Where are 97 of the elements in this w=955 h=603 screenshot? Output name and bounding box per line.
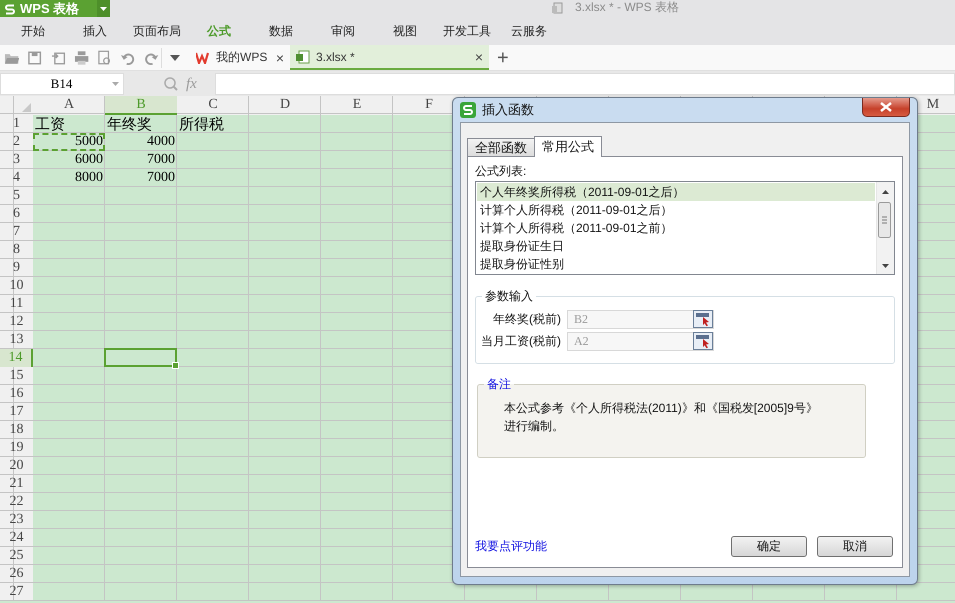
export-icon[interactable] [50, 50, 66, 66]
menu-tab[interactable]: 页面布局 [126, 23, 188, 40]
dialog-tab[interactable]: 全部函数 [467, 138, 535, 156]
table-cell: 5000 [33, 133, 105, 151]
column-header[interactable]: E [321, 96, 393, 115]
menu-tab[interactable]: 云服务 [498, 23, 560, 40]
preview-icon[interactable] [97, 50, 112, 66]
scroll-down-icon[interactable] [882, 264, 889, 268]
menu-tab[interactable]: 插入 [64, 23, 126, 40]
menu-tab[interactable]: 审阅 [312, 23, 374, 40]
row-header[interactable]: 16 [0, 385, 33, 403]
row-header[interactable]: 10 [0, 277, 33, 295]
row-header[interactable]: 15 [0, 367, 33, 385]
print-icon[interactable] [74, 50, 90, 66]
table-cell-text: 8000 [74, 169, 104, 187]
row-header[interactable]: 21 [0, 475, 33, 493]
document-tab[interactable]: 3.xlsx * × [290, 45, 489, 70]
row-header[interactable]: 23 [0, 511, 33, 529]
save-icon[interactable] [27, 50, 43, 66]
dialog-button[interactable]: 取消 [817, 536, 893, 557]
menu-tab[interactable]: 开发工具 [436, 23, 498, 40]
close-button[interactable] [862, 98, 910, 117]
group-label: 参数输入 [484, 288, 534, 305]
scroll-up-icon[interactable] [882, 190, 889, 194]
formula-list[interactable]: 个人年终奖所得税（2011-09-01之后） 计算个人所得税（2011-09-01之后） 计算个人所得税（2011-09-01之前） 提取身份证生日 提取身份证性别 [475, 181, 895, 275]
spreadsheet-icon [296, 50, 310, 64]
row-header[interactable]: 6 [0, 205, 33, 223]
row-header[interactable]: 4 [0, 169, 33, 187]
dialog-tab[interactable]: 常用公式 [534, 136, 602, 157]
dialog-title: 插入函数 [482, 101, 534, 119]
zoom-icon[interactable] [164, 77, 178, 91]
column-header[interactable]: C [177, 96, 249, 115]
close-icon [880, 102, 892, 112]
row-header[interactable]: 26 [0, 565, 33, 583]
scrollbar[interactable] [876, 182, 894, 274]
row-header[interactable]: 8 [0, 241, 33, 259]
range-picker-icon[interactable] [693, 310, 713, 328]
scroll-thumb[interactable] [878, 202, 891, 238]
row-header[interactable]: 1 [0, 115, 33, 133]
list-label: 公式列表: [475, 163, 528, 180]
caret-icon [100, 6, 107, 10]
row-header[interactable]: 9 [0, 259, 33, 277]
app-logo-icon [4, 2, 16, 14]
tab-label: 3.xlsx * [316, 50, 356, 64]
row-header[interactable]: 13 [0, 331, 33, 349]
feedback-link[interactable]: 我要点评功能 [475, 538, 547, 555]
table-cell-text: 所得税 [178, 116, 225, 133]
range-picker-icon[interactable] [693, 332, 713, 350]
note-text: 本公式参考《个人所得税法(2011)》和《国税发[2005]9号》进行编制。 [503, 400, 819, 435]
tab-label: 我的WPS [216, 49, 268, 66]
name-box[interactable]: B14 [0, 73, 124, 95]
new-tab-button[interactable]: + [497, 48, 509, 68]
list-item[interactable]: 计算个人所得税（2011-09-01之后） [477, 201, 875, 219]
row-header[interactable]: 25 [0, 547, 33, 565]
table-cell-text: 7000 [146, 169, 176, 187]
menu-tab[interactable]: 开始 [2, 23, 64, 40]
dialog-button[interactable]: 确定 [731, 536, 807, 557]
table-cell-text: 年终奖 [106, 116, 153, 133]
app-logo-icon [460, 102, 476, 118]
select-all-icon[interactable] [22, 103, 31, 112]
field-label: 当月工资(税前) [480, 332, 562, 350]
row-header[interactable]: 20 [0, 457, 33, 475]
row-header[interactable]: 12 [0, 313, 33, 331]
table-cell-text: 4000 [146, 133, 176, 151]
list-item[interactable]: 个人年终奖所得税（2011-09-01之后） [477, 183, 875, 201]
list-item[interactable]: 提取身份证生日 [477, 237, 875, 255]
row-header[interactable]: 17 [0, 403, 33, 421]
row-header[interactable]: 22 [0, 493, 33, 511]
dropdown-icon[interactable] [170, 54, 180, 60]
column-header[interactable]: D [249, 96, 321, 115]
field-label: 年终奖(税前) [492, 310, 562, 328]
list-item[interactable]: 提取身份证性别 [477, 255, 875, 273]
menu-tab[interactable]: 视图 [374, 23, 436, 40]
formula-input[interactable] [214, 73, 955, 95]
list-item[interactable]: 计算个人所得税（2011-09-01之前） [477, 219, 875, 237]
menu-tab[interactable]: 数据 [250, 23, 312, 40]
table-cell-text: 7000 [146, 151, 176, 169]
window-title: 3.xlsx * - WPS 表格 [575, 1, 680, 14]
close-button[interactable]: × [276, 50, 284, 66]
table-cell-text: 工资 [34, 116, 66, 133]
row-header[interactable]: 11 [0, 295, 33, 313]
column-header[interactable]: A [33, 96, 105, 115]
row-header[interactable]: 5 [0, 187, 33, 205]
close-button[interactable]: × [474, 48, 483, 64]
row-header[interactable]: 24 [0, 529, 33, 547]
caret-icon [112, 82, 119, 86]
row-header[interactable]: 18 [0, 421, 33, 439]
document-tab[interactable]: 我的WPS × [190, 45, 290, 70]
selected-cell[interactable] [104, 348, 177, 367]
row-header[interactable]: 7 [0, 223, 33, 241]
w-logo-icon [196, 52, 210, 64]
table-cell-text: 6000 [74, 151, 104, 169]
row-header[interactable]: 2 [0, 133, 33, 151]
group-label: 备注 [486, 376, 512, 393]
row-header[interactable]: 3 [0, 151, 33, 169]
row-header[interactable]: 27 [0, 583, 33, 601]
row-header[interactable]: 19 [0, 439, 33, 457]
